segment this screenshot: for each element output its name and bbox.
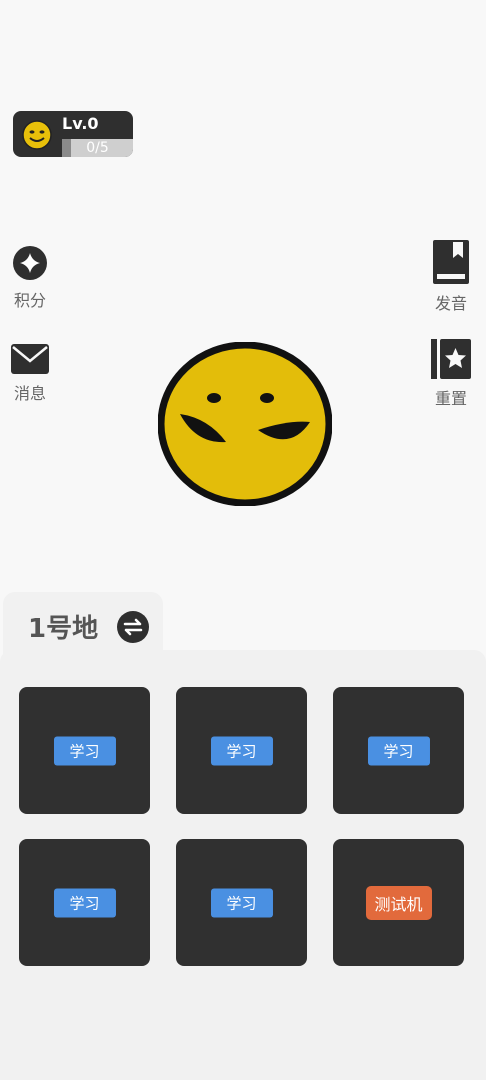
diamond-icon [13,246,47,280]
points-button[interactable]: 积分 [0,245,60,311]
swap-icon[interactable] [117,611,149,643]
level-label: Lv.0 [62,114,99,133]
land-panel: 学习 学习 学习 学习 学习 测试机 [0,650,486,1080]
points-label: 积分 [13,291,46,310]
plot-tile[interactable]: 学习 [19,687,150,814]
study-button[interactable]: 学习 [53,736,116,765]
messages-button[interactable]: 消息 [0,344,60,404]
smiley-face-icon[interactable] [158,342,332,506]
plot-tile[interactable]: 学习 [19,839,150,966]
pronunciation-button[interactable]: 发音 [421,240,481,314]
level-progress-text: 0/5 [86,140,109,156]
plot-tile[interactable]: 学习 [176,839,307,966]
study-button[interactable]: 学习 [53,888,116,917]
land-title: 1号地 [28,614,99,644]
level-progress-bar: 0/5 [62,139,133,157]
star-book-icon [431,339,471,379]
study-button[interactable]: 学习 [367,736,430,765]
test-machine-button[interactable]: 测试机 [365,885,432,920]
study-button[interactable]: 学习 [210,736,273,765]
plot-tile[interactable]: 学习 [176,687,307,814]
plot-tile[interactable]: 学习 [333,687,464,814]
reset-label: 重置 [434,389,467,408]
messages-label: 消息 [13,384,46,403]
reset-button[interactable]: 重置 [421,339,481,409]
envelope-icon [11,344,49,374]
level-badge[interactable]: Lv.0 0/5 [13,111,133,157]
study-button[interactable]: 学习 [210,888,273,917]
bookmark-book-icon [433,240,469,284]
avatar-icon [22,120,52,150]
plot-tile[interactable]: 测试机 [333,839,464,966]
pronunciation-label: 发音 [434,294,467,313]
